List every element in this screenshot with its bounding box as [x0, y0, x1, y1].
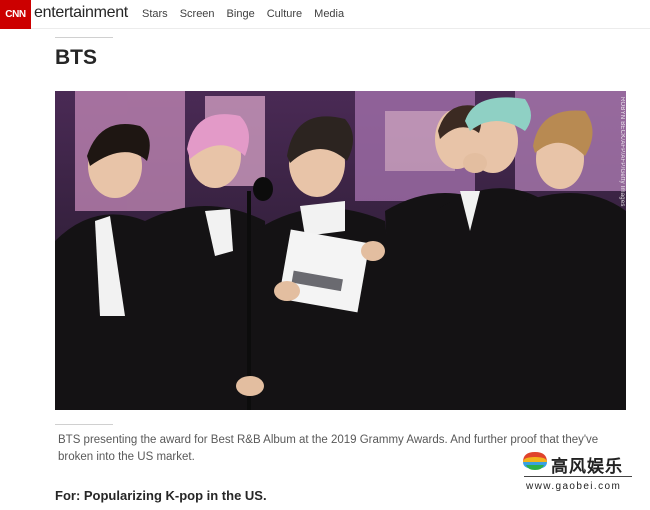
watermark-url: www.gaobei.com: [526, 481, 622, 492]
image-credit: ROBYN BECK/AFP/AFP/Getty Images: [619, 97, 625, 207]
watermark-divider: [524, 476, 632, 477]
cnn-logo[interactable]: CNN: [0, 0, 31, 29]
nav-link-culture[interactable]: Culture: [267, 8, 302, 20]
caption-divider: [55, 424, 113, 425]
article-photo[interactable]: ROBYN BECK/AFP/AFP/Getty Images: [55, 91, 626, 410]
watermark-logo-icon: [523, 452, 547, 470]
section-subhead: For: Popularizing K-pop in the US.: [55, 488, 267, 503]
watermark-text: 高风娱乐: [551, 457, 623, 476]
section-brand-link[interactable]: entertainment: [34, 4, 128, 22]
nav-link-binge[interactable]: Binge: [227, 8, 255, 20]
top-nav-bar: CNN entertainment Stars Screen Binge Cul…: [0, 0, 650, 29]
stage-photo-illustration: [55, 91, 626, 410]
site-watermark: 高风娱乐 www.gaobei.com: [520, 449, 640, 495]
title-divider: [55, 37, 113, 38]
nav-link-stars[interactable]: Stars: [142, 8, 168, 20]
nav-link-media[interactable]: Media: [314, 8, 344, 20]
page-title: BTS: [55, 46, 97, 69]
nav-link-screen[interactable]: Screen: [180, 8, 215, 20]
section-nav: Stars Screen Binge Culture Media: [142, 8, 356, 20]
